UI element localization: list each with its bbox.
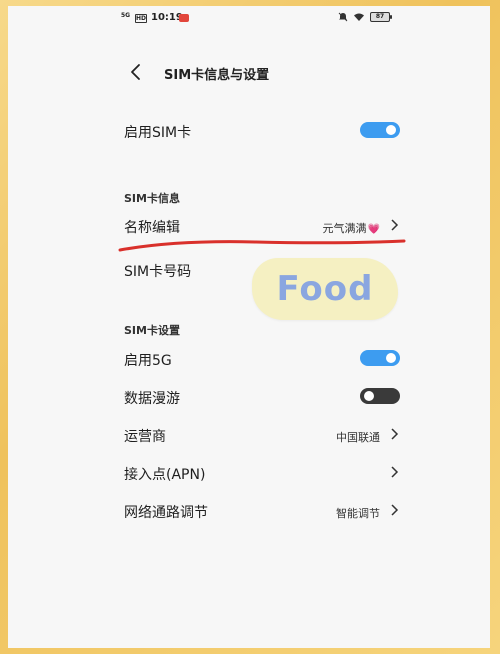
enable-5g-toggle[interactable]: [360, 350, 400, 366]
chevron-right-icon: [391, 504, 399, 516]
notification-icon: [179, 14, 189, 22]
enable-sim-row[interactable]: 启用SIM卡: [124, 112, 400, 148]
toggle-knob: [386, 353, 396, 363]
network-indicator: 5G: [121, 12, 131, 19]
toggle-knob: [386, 125, 396, 135]
back-arrow-icon[interactable]: [126, 62, 146, 82]
sticker-text: Food: [276, 269, 374, 309]
enable-5g-row[interactable]: 启用5G: [124, 340, 400, 376]
enable-5g-label: 启用5G: [124, 353, 172, 369]
network-path-row[interactable]: 网络通路调节 智能调节: [124, 492, 400, 528]
mute-icon: [338, 12, 348, 22]
sim-settings-section-title: SIM卡设置: [124, 324, 180, 337]
carrier-label: 运营商: [124, 429, 166, 445]
network-path-value: 智能调节: [336, 507, 380, 520]
phone-screen: 5G HD 10:19 87 SIM卡信息与设置 启用SIM卡 SIM卡信息 名…: [8, 6, 490, 648]
wifi-icon: [354, 13, 364, 21]
data-roaming-label: 数据漫游: [124, 391, 180, 407]
chevron-right-icon: [391, 219, 399, 231]
chevron-right-icon: [391, 466, 399, 478]
toggle-knob: [364, 391, 374, 401]
page-title: SIM卡信息与设置: [164, 68, 270, 83]
food-sticker: Food: [252, 258, 398, 320]
chevron-right-icon: [391, 428, 399, 440]
hd-badge: HD: [135, 14, 147, 23]
battery-icon: 87: [370, 12, 392, 22]
carrier-value: 中国联通: [336, 431, 380, 444]
status-bar: 5G HD 10:19 87: [8, 6, 490, 30]
enable-sim-label: 启用SIM卡: [124, 125, 192, 141]
sim-number-label: SIM卡号码: [124, 264, 192, 280]
page-header: SIM卡信息与设置: [8, 50, 490, 94]
network-path-label: 网络通路调节: [124, 505, 208, 521]
apn-row[interactable]: 接入点(APN): [124, 454, 400, 490]
enable-sim-toggle[interactable]: [360, 122, 400, 138]
status-right-group: 87: [338, 12, 392, 22]
red-underline-annotation: [118, 239, 406, 252]
data-roaming-toggle[interactable]: [360, 388, 400, 404]
apn-label: 接入点(APN): [124, 467, 206, 483]
sim-info-section-title: SIM卡信息: [124, 192, 180, 205]
data-roaming-row[interactable]: 数据漫游: [124, 378, 400, 414]
carrier-row[interactable]: 运营商 中国联通: [124, 416, 400, 452]
